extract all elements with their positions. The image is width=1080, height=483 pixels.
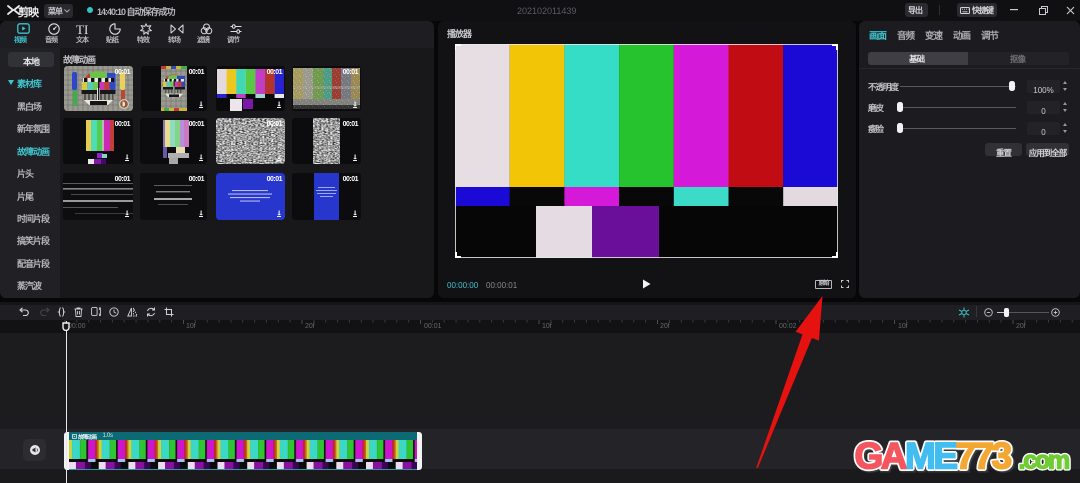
svg-text:.com: .com xyxy=(1019,447,1070,475)
svg-text:GAME773: GAME773 xyxy=(855,436,1012,477)
